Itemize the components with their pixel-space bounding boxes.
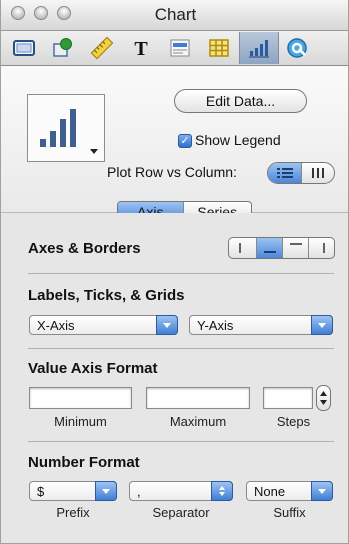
chart-type-selector[interactable]	[27, 94, 105, 162]
document-inspector-button[interactable]	[5, 32, 43, 64]
chevron-down-icon	[311, 481, 333, 501]
text-icon: T	[134, 38, 148, 59]
edit-data-button[interactable]: Edit Data...	[174, 89, 307, 113]
prefix-popup-value: $	[37, 484, 45, 499]
steps-label: Steps	[276, 414, 311, 429]
x-axis-popup[interactable]: X-Axis	[29, 315, 178, 335]
hyperlink-inspector-button[interactable]	[278, 32, 316, 64]
y-axis-popup-value: Y-Axis	[197, 318, 234, 333]
bottom-border-icon	[263, 251, 276, 253]
show-legend-checkbox[interactable]: ✓	[178, 134, 192, 148]
table-inspector-button[interactable]	[200, 32, 238, 64]
axes-borders-control	[228, 237, 335, 259]
chevron-down-icon	[156, 315, 178, 335]
suffix-popup-value: None	[254, 484, 286, 499]
border-right-option[interactable]	[308, 238, 334, 258]
steps-field[interactable]	[263, 387, 313, 409]
link-arrow-icon	[287, 38, 307, 58]
wrap-inspector-button[interactable]	[161, 32, 199, 64]
stepper-arrows-icon	[320, 391, 327, 405]
maximum-label: Maximum	[169, 414, 227, 429]
right-border-icon	[322, 243, 325, 253]
chevron-down-icon	[90, 149, 98, 154]
chevron-down-icon	[311, 315, 333, 335]
separator-popup-value: ,	[137, 484, 141, 499]
value-axis-format-heading: Value Axis Format	[28, 360, 158, 377]
left-border-icon	[239, 243, 242, 253]
toolbar-overflow	[317, 32, 348, 64]
graphic-icon	[53, 38, 72, 57]
border-top-option[interactable]	[282, 238, 308, 258]
columns-icon	[312, 168, 325, 178]
number-format-heading: Number Format	[28, 454, 140, 471]
window-title: Chart	[154, 5, 197, 24]
separator	[28, 441, 334, 442]
border-left-option[interactable]	[229, 238, 256, 258]
x-axis-popup-value: X-Axis	[37, 318, 75, 333]
graphic-inspector-button[interactable]	[44, 32, 82, 64]
chart-inspector-button[interactable]	[239, 32, 279, 64]
show-legend-label: Show Legend	[195, 132, 281, 148]
top-border-icon	[289, 243, 302, 245]
chart-type-preview-icon	[40, 109, 98, 154]
chart-options-panel: Edit Data... ✓ Show Legend Plot Row vs C…	[1, 66, 348, 222]
separator-label: Separator	[152, 505, 210, 520]
border-bottom-option[interactable]	[255, 238, 283, 258]
axis-options-panel: Axes & Borders Labels, Ticks, & Grids X-…	[1, 213, 348, 543]
separator	[28, 273, 334, 274]
chart-inspector-window: Chart T Edit Data... ✓ Show Legend Plot …	[0, 0, 349, 544]
minimum-field[interactable]	[29, 387, 132, 409]
axes-borders-heading: Axes & Borders	[28, 240, 141, 257]
minimum-label: Minimum	[54, 414, 107, 429]
popup-arrows-icon	[211, 481, 233, 501]
prefix-popup[interactable]: $	[29, 481, 117, 501]
labels-ticks-grids-heading: Labels, Ticks, & Grids	[28, 287, 185, 304]
svg-text:T: T	[134, 38, 148, 59]
ruler-icon	[90, 36, 114, 60]
steps-stepper[interactable]	[316, 385, 331, 411]
text-inspector-button[interactable]: T	[122, 32, 160, 64]
separator	[28, 348, 334, 349]
suffix-popup[interactable]: None	[246, 481, 333, 501]
title-bar: Chart	[1, 0, 348, 31]
y-axis-popup[interactable]: Y-Axis	[189, 315, 333, 335]
inspector-toolbar: T	[1, 31, 348, 66]
bar-chart-icon	[249, 40, 269, 58]
chevron-down-icon	[95, 481, 117, 501]
prefix-label: Prefix	[56, 505, 90, 520]
separator-popup[interactable]: ,	[129, 481, 233, 501]
table-icon	[209, 39, 229, 57]
plot-row-vs-column-label: Plot Row vs Column:	[107, 164, 237, 180]
plot-row-vs-column-control	[267, 162, 335, 184]
rows-icon	[276, 168, 293, 178]
metrics-inspector-button[interactable]	[83, 32, 121, 64]
plot-columns-option[interactable]	[301, 163, 334, 183]
maximum-field[interactable]	[146, 387, 250, 409]
document-icon	[13, 40, 35, 56]
wrap-icon	[170, 39, 190, 57]
plot-rows-option[interactable]	[268, 163, 302, 183]
suffix-label: Suffix	[273, 505, 306, 520]
